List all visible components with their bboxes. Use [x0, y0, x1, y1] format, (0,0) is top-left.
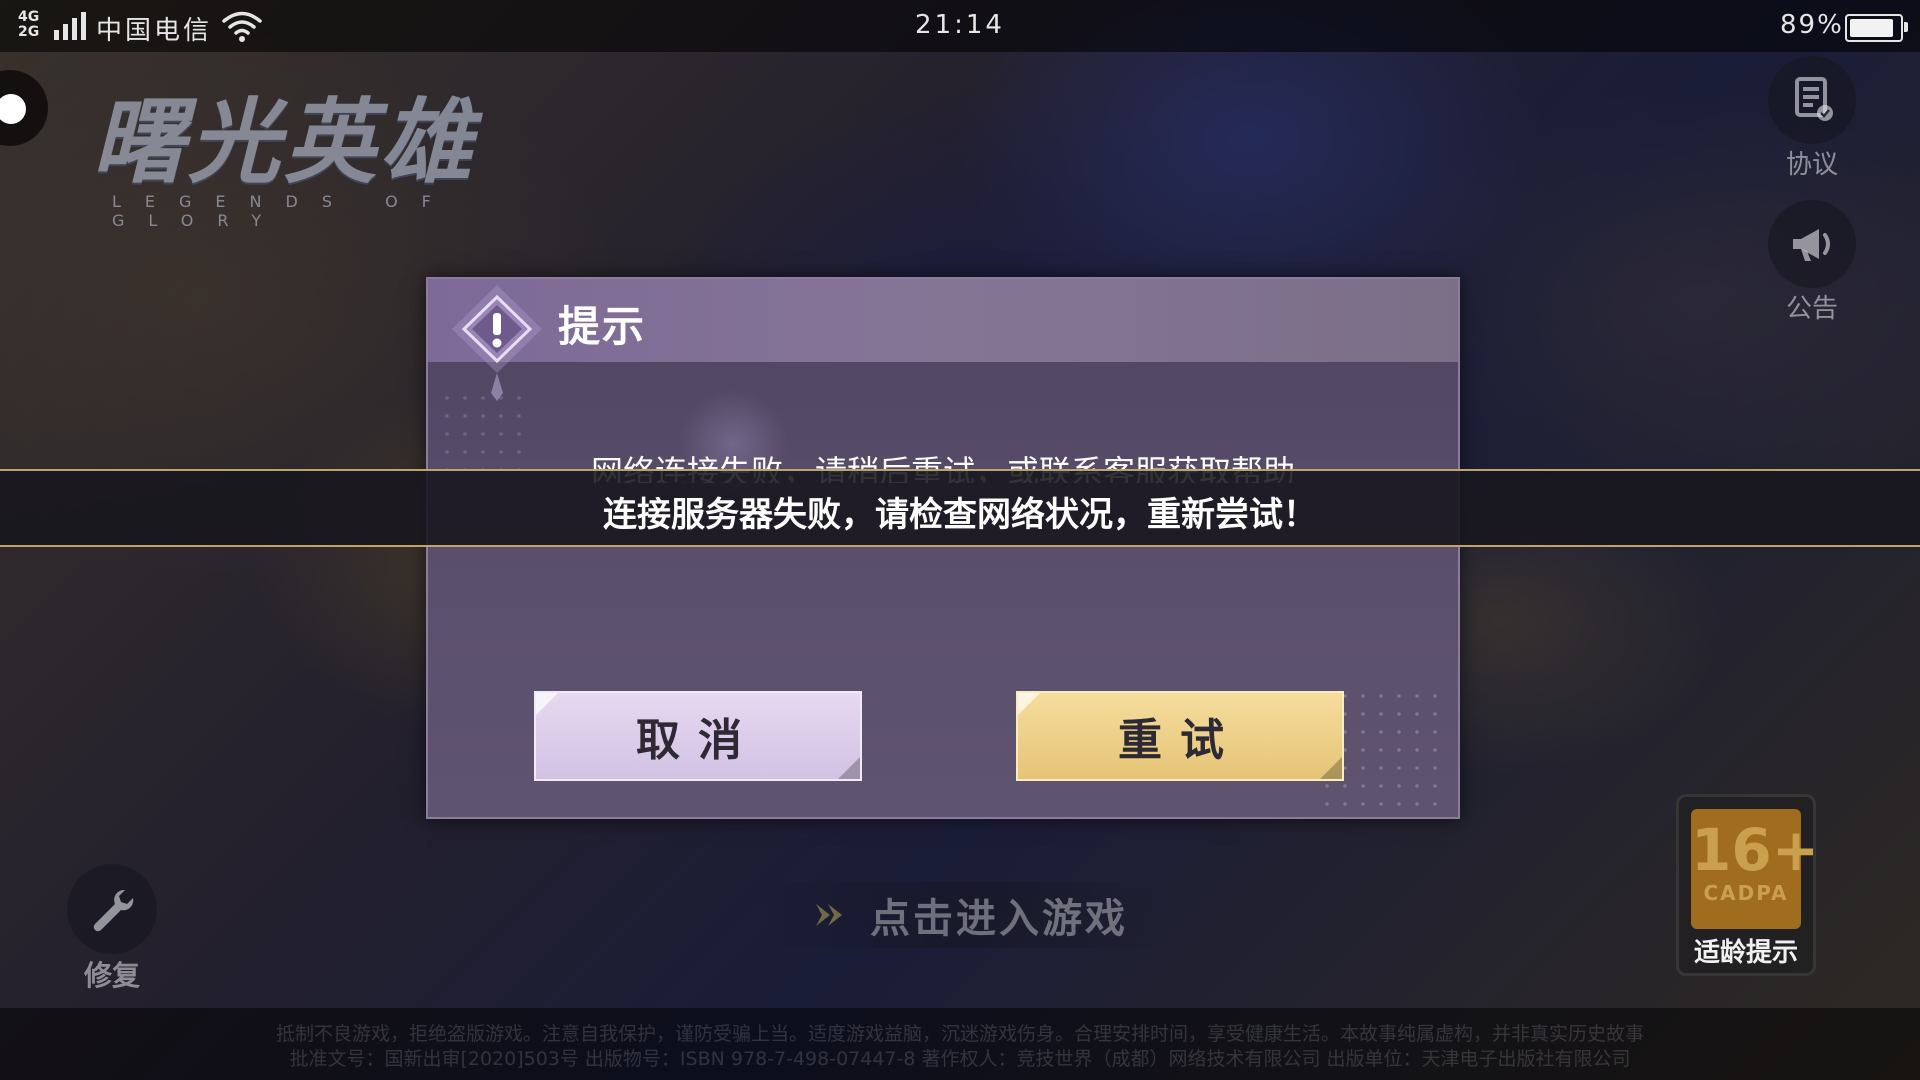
cancel-button[interactable]: 取消	[534, 691, 862, 781]
clock: 21:14	[915, 10, 1005, 40]
enter-game-button[interactable]: 点击进入游戏	[760, 882, 1180, 948]
dialog-title: 提示	[558, 302, 647, 351]
warning-diamond-icon	[452, 285, 542, 401]
age-rating-badge[interactable]: 16+ CADPA 适龄提示	[1676, 794, 1816, 976]
announcement-icon-wrap	[1768, 200, 1856, 288]
error-toast: 连接服务器失败，请检查网络状况，重新尝试！	[0, 469, 1920, 547]
repair-icon-wrap	[67, 864, 157, 954]
agreement-button[interactable]: 协议	[1764, 56, 1860, 181]
status-bar: 4G 2G 中国电信 21:14 89%	[0, 0, 1920, 52]
logo-title: 曙光英雄	[92, 88, 477, 196]
game-logo: 曙光英雄 LEGENDS OF GLORY	[92, 88, 612, 230]
announcement-button[interactable]: 公告	[1764, 200, 1860, 325]
wrench-icon	[93, 889, 134, 932]
age-rating-number: 16+	[1691, 816, 1816, 884]
battery-fill	[1850, 19, 1893, 37]
retry-button-label: 重试	[1118, 715, 1242, 766]
megaphone-icon	[1793, 229, 1830, 261]
age-rating-label: 适龄提示	[1693, 938, 1798, 968]
retry-button[interactable]: 重试	[1016, 691, 1344, 781]
battery-percent: 89%	[1780, 10, 1844, 40]
enter-game-label: 点击进入游戏	[870, 896, 1128, 942]
legal-footer: 抵制不良游戏，拒绝盗版游戏。注意自我保护，谨防受骗上当。适度游戏益脑，沉迷游戏伤…	[0, 1008, 1920, 1080]
cancel-button-label: 取消	[636, 715, 760, 766]
repair-button[interactable]: 修复	[66, 864, 158, 994]
agreement-icon-wrap	[1768, 56, 1856, 144]
battery-icon	[1845, 14, 1908, 42]
age-rating-org: CADPA	[1703, 881, 1789, 905]
double-arrow-right-icon	[816, 904, 842, 926]
agreement-label: 协议	[1785, 150, 1838, 180]
toast-message: 连接服务器失败，请检查网络状况，重新尝试！	[603, 495, 1317, 535]
document-check-icon	[1795, 77, 1833, 121]
age-rating-plate: 16+ CADPA	[1691, 809, 1816, 929]
footer-line-2: 批准文号：国新出审[2020]503号 出版物号：ISBN 978-7-498-…	[289, 1048, 1631, 1070]
logo-subtitle: LEGENDS OF GLORY	[112, 192, 455, 230]
footer-line-1: 抵制不良游戏，拒绝盗版游戏。注意自我保护，谨防受骗上当。适度游戏益脑，沉迷游戏伤…	[275, 1023, 1644, 1045]
notice-dialog: 提示 网络连接失败，请稍后重试，或联系客服获取帮助 取消 重试	[426, 277, 1460, 819]
announcement-label: 公告	[1785, 294, 1838, 324]
repair-label: 修复	[83, 959, 140, 992]
